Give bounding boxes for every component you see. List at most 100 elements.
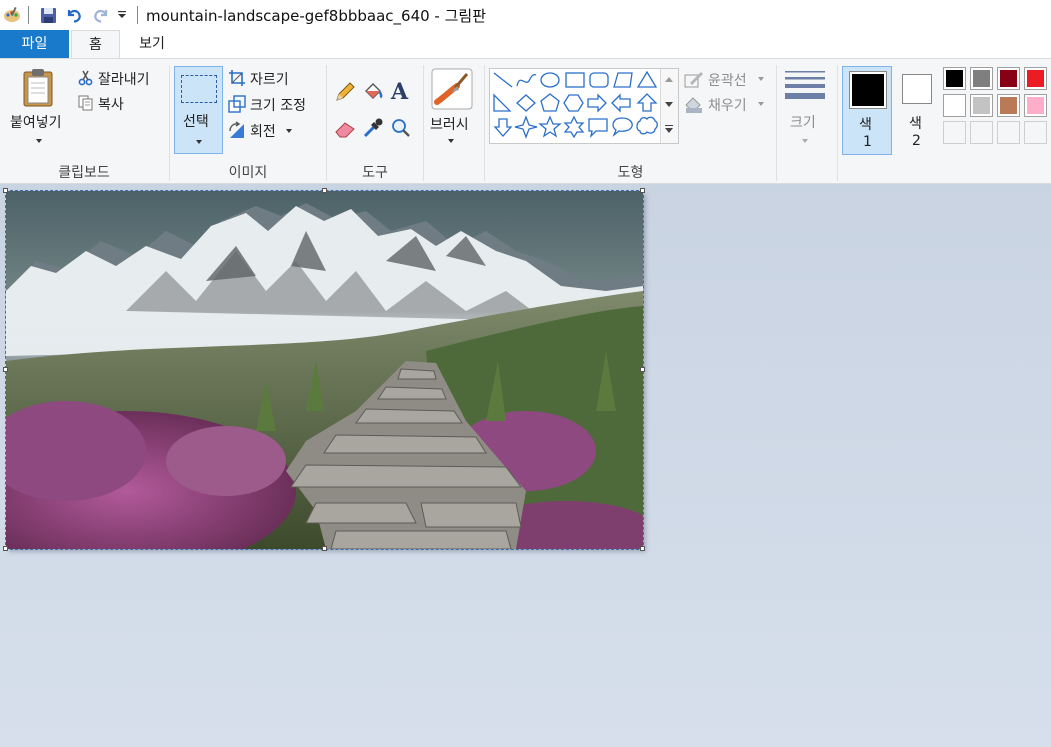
shape-fill-button[interactable]: 채우기	[708, 95, 747, 115]
palette-swatch[interactable]	[1024, 94, 1047, 117]
gallery-expand-arrow-icon[interactable]	[665, 128, 673, 133]
select-dropdown-icon	[196, 140, 202, 144]
customize-dropdown-icon[interactable]	[115, 4, 129, 26]
svg-text:A: A	[390, 79, 409, 103]
resize-handle-top-right[interactable]	[640, 188, 645, 193]
polygon-shape-icon	[613, 72, 633, 88]
redo-icon[interactable]	[90, 4, 112, 26]
palette-empty-slot[interactable]	[970, 121, 993, 144]
size-dropdown-icon[interactable]	[802, 139, 808, 143]
six-point-star-shape-icon	[563, 115, 585, 139]
palette-swatch[interactable]	[970, 67, 993, 90]
save-icon[interactable]	[38, 4, 58, 26]
palette-empty-slot[interactable]	[943, 121, 966, 144]
group-divider	[837, 65, 838, 181]
outline-button[interactable]: 윤곽선	[708, 70, 747, 90]
resize-handle-top[interactable]	[322, 188, 327, 193]
title-separator	[28, 6, 29, 24]
resize-handle-top-left[interactable]	[3, 188, 8, 193]
color2-number: 2	[912, 133, 921, 149]
resize-handle-bottom-left[interactable]	[3, 546, 8, 551]
undo-icon[interactable]	[63, 4, 85, 26]
cloud-callout-shape-icon	[636, 116, 658, 135]
canvas-area[interactable]	[6, 191, 643, 549]
crop-button[interactable]: 자르기	[250, 69, 289, 89]
oval-shape-icon	[540, 72, 560, 88]
four-point-star-shape-icon	[514, 115, 538, 139]
pencil-icon[interactable]	[334, 81, 356, 103]
color1-button[interactable]: 색 1	[842, 66, 892, 155]
palette-swatch[interactable]	[997, 94, 1020, 117]
resize-handle-right[interactable]	[640, 367, 645, 372]
paint-app-icon[interactable]	[2, 4, 22, 26]
tab-view[interactable]: 보기	[121, 30, 183, 58]
group-divider	[326, 65, 327, 181]
color2-button[interactable]: 색 2	[896, 66, 938, 155]
rectangle-shape-icon	[565, 72, 585, 88]
palette-swatch-fill	[946, 70, 963, 87]
color-palette	[943, 67, 1051, 147]
palette-swatch-fill	[1000, 97, 1017, 114]
group-divider	[776, 65, 777, 181]
up-arrow-shape-icon	[636, 93, 658, 112]
gallery-expand-icon[interactable]	[665, 125, 673, 126]
brushes-dropdown-icon[interactable]	[448, 139, 454, 143]
palette-swatch[interactable]	[943, 94, 966, 117]
select-rectangle-icon	[181, 75, 217, 103]
scroll-down-icon[interactable]	[665, 102, 673, 107]
palette-swatch-fill	[1027, 70, 1044, 87]
tools-group-label: 도구	[362, 165, 388, 181]
shape-fill-icon	[684, 96, 704, 114]
palette-empty-slot[interactable]	[997, 121, 1020, 144]
palette-swatch-fill	[973, 70, 990, 87]
palette-empty-slot[interactable]	[1024, 121, 1047, 144]
shape-fill-dropdown-icon[interactable]	[758, 102, 764, 106]
rotate-button[interactable]: 회전	[250, 121, 276, 141]
mountain-landscape-image[interactable]	[6, 191, 643, 549]
color-picker-icon[interactable]	[362, 117, 384, 139]
resize-handle-left[interactable]	[3, 367, 8, 372]
paste-dropdown-icon[interactable]	[36, 139, 42, 143]
resize-button[interactable]: 크기 조정	[250, 95, 306, 115]
right-arrow-shape-icon	[587, 93, 607, 113]
palette-swatch-fill	[946, 97, 963, 114]
text-icon[interactable]: A	[390, 79, 412, 105]
resize-handle-bottom-right[interactable]	[640, 546, 645, 551]
size-button[interactable]: 크기	[790, 112, 816, 132]
resize-handle-bottom[interactable]	[322, 546, 327, 551]
outline-dropdown-icon[interactable]	[758, 77, 764, 81]
palette-swatch[interactable]	[943, 67, 966, 90]
diamond-shape-icon	[516, 94, 536, 112]
left-arrow-shape-icon	[611, 93, 631, 113]
palette-swatch-fill	[973, 97, 990, 114]
eraser-icon[interactable]	[334, 119, 356, 139]
curve-shape-icon	[516, 73, 537, 87]
select-label: 선택	[183, 114, 209, 130]
cut-button[interactable]: 잘라내기	[98, 69, 150, 89]
paste-button[interactable]: 붙여넣기	[10, 112, 62, 132]
brushes-button[interactable]: 브러시	[430, 114, 469, 134]
palette-swatch[interactable]	[1024, 67, 1047, 90]
shapes-scrollbar[interactable]	[660, 69, 678, 143]
color1-swatch	[849, 71, 887, 109]
palette-swatch-fill	[1027, 97, 1044, 114]
palette-swatch[interactable]	[997, 67, 1020, 90]
title-separator	[137, 6, 138, 24]
color2-label: 색	[909, 116, 922, 132]
fill-icon[interactable]	[362, 81, 384, 103]
crop-icon	[228, 69, 246, 87]
brush-icon[interactable]	[431, 68, 473, 110]
paste-icon[interactable]	[20, 67, 58, 109]
scroll-up-icon[interactable]	[665, 77, 673, 82]
triangle-shape-icon	[636, 70, 658, 88]
rotate-dropdown-icon[interactable]	[286, 129, 292, 133]
size-icon[interactable]	[784, 69, 826, 103]
rotate-icon	[228, 121, 246, 139]
select-button[interactable]: 선택	[174, 66, 223, 154]
magnifier-icon[interactable]	[390, 117, 412, 139]
tab-file[interactable]: 파일	[0, 30, 69, 58]
palette-swatch[interactable]	[970, 94, 993, 117]
copy-button[interactable]: 복사	[98, 94, 124, 114]
group-divider	[484, 65, 485, 181]
tab-home[interactable]: 홈	[71, 30, 120, 60]
